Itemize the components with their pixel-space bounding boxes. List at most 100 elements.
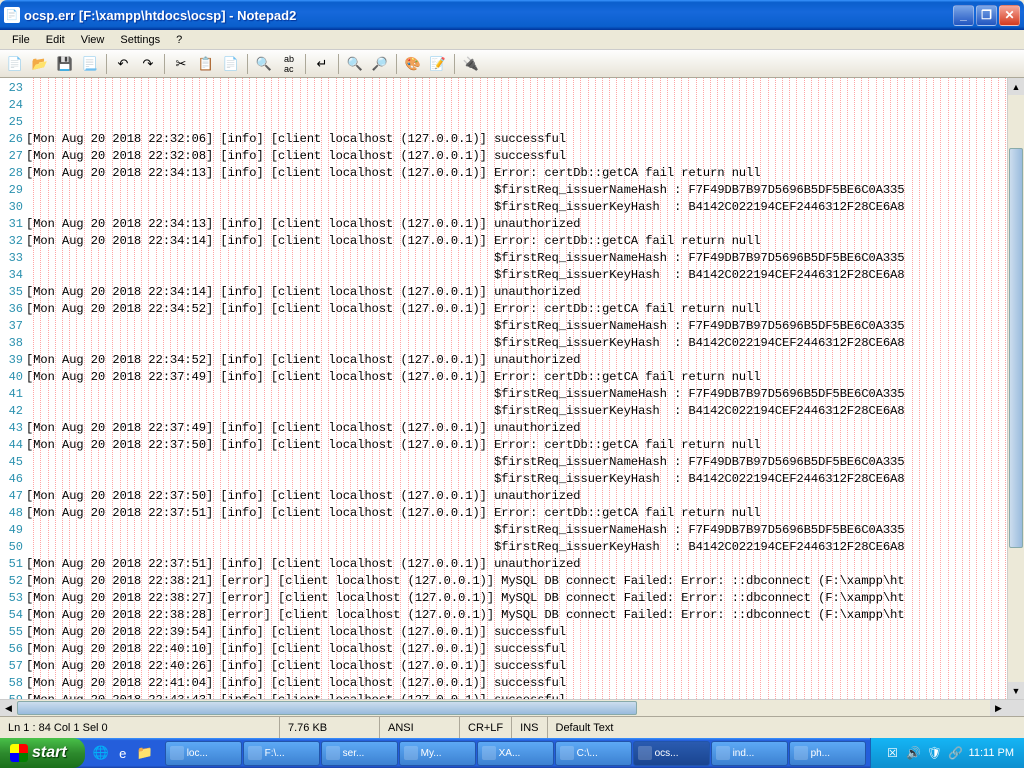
horizontal-scroll-thumb[interactable]	[17, 701, 637, 715]
tray-network-icon[interactable]: 🔗	[948, 745, 964, 761]
find-icon[interactable]: 🔍	[253, 53, 275, 75]
line-number: 43	[0, 420, 23, 437]
zoomout-icon[interactable]: 🔎	[369, 53, 391, 75]
code-line[interactable]: [Mon Aug 20 2018 22:34:13] [info] [clien…	[26, 216, 1007, 233]
tray-volume-icon[interactable]: 🔊	[906, 745, 922, 761]
code-line[interactable]: [Mon Aug 20 2018 22:34:52] [info] [clien…	[26, 301, 1007, 318]
revert-icon[interactable]: 📃	[79, 53, 101, 75]
replace-icon[interactable]: abac	[278, 53, 300, 75]
code-line[interactable]: [Mon Aug 20 2018 22:39:54] [info] [clien…	[26, 624, 1007, 641]
task-my[interactable]: My...	[399, 741, 476, 766]
line-number: 24	[0, 97, 23, 114]
ql-chrome-icon[interactable]: 🌐	[91, 742, 111, 764]
code-line[interactable]: [Mon Aug 20 2018 22:34:14] [info] [clien…	[26, 233, 1007, 250]
code-line[interactable]: [Mon Aug 20 2018 22:38:27] [error] [clie…	[26, 590, 1007, 607]
status-encoding: ANSI	[380, 717, 460, 738]
minimize-button[interactable]: _	[953, 5, 974, 26]
code-line[interactable]: [Mon Aug 20 2018 22:41:04] [info] [clien…	[26, 675, 1007, 692]
task-xa[interactable]: XA...	[477, 741, 554, 766]
code-line[interactable]: [Mon Aug 20 2018 22:34:14] [info] [clien…	[26, 284, 1007, 301]
tray-xampp-icon[interactable]: ☒	[885, 745, 901, 761]
scroll-right-icon[interactable]: ▶	[990, 700, 1007, 716]
code-line[interactable]: [Mon Aug 20 2018 22:40:10] [info] [clien…	[26, 641, 1007, 658]
line-number: 49	[0, 522, 23, 539]
toolbar-separator	[305, 54, 306, 74]
window-titlebar[interactable]: 📄 ocsp.err [F:\xampp\htdocs\ocsp] - Note…	[0, 0, 1024, 30]
code-line[interactable]: $firstReq_issuerNameHash : F7F49DB7B97D5…	[26, 522, 1007, 539]
code-line[interactable]: [Mon Aug 20 2018 22:37:51] [info] [clien…	[26, 556, 1007, 573]
task-ser[interactable]: ser...	[321, 741, 398, 766]
new-icon[interactable]: 📄	[4, 53, 26, 75]
taskbar-clock[interactable]: 11:11 PM	[969, 747, 1014, 759]
start-label: start	[32, 744, 67, 762]
task-cmd[interactable]: C:\...	[555, 741, 632, 766]
task-explorer[interactable]: F:\...	[243, 741, 320, 766]
code-line[interactable]: $firstReq_issuerKeyHash : B4142C022194CE…	[26, 471, 1007, 488]
line-number: 46	[0, 471, 23, 488]
code-line[interactable]: [Mon Aug 20 2018 22:38:28] [error] [clie…	[26, 607, 1007, 624]
undo-icon[interactable]: ↶	[112, 53, 134, 75]
task-ind[interactable]: ind...	[711, 741, 788, 766]
tray-shield-icon[interactable]: 🛡	[927, 745, 943, 761]
code-line[interactable]: [Mon Aug 20 2018 22:37:50] [info] [clien…	[26, 488, 1007, 505]
ql-explorer-icon[interactable]: 📁	[135, 742, 155, 764]
save-icon[interactable]: 💾	[54, 53, 76, 75]
code-line[interactable]: [Mon Aug 20 2018 22:40:26] [info] [clien…	[26, 658, 1007, 675]
scroll-corner	[1007, 700, 1024, 716]
code-line[interactable]: $firstReq_issuerKeyHash : B4142C022194CE…	[26, 199, 1007, 216]
start-button[interactable]: start	[0, 738, 85, 768]
line-number: 33	[0, 250, 23, 267]
code-line[interactable]: $firstReq_issuerNameHash : F7F49DB7B97D5…	[26, 250, 1007, 267]
code-line[interactable]: [Mon Aug 20 2018 22:37:49] [info] [clien…	[26, 420, 1007, 437]
scroll-up-icon[interactable]: ▲	[1008, 78, 1024, 95]
task-icon	[248, 746, 262, 760]
code-line[interactable]: $firstReq_issuerNameHash : F7F49DB7B97D5…	[26, 454, 1007, 471]
close-button[interactable]: ✕	[999, 5, 1020, 26]
open-icon[interactable]: 📂	[29, 53, 51, 75]
line-number: 45	[0, 454, 23, 471]
scroll-down-icon[interactable]: ▼	[1008, 682, 1024, 699]
scheme-icon[interactable]: 🎨	[402, 53, 424, 75]
task-loc[interactable]: loc...	[165, 741, 242, 766]
menu-settings[interactable]: Settings	[112, 32, 168, 48]
code-line[interactable]: $firstReq_issuerKeyHash : B4142C022194CE…	[26, 267, 1007, 284]
code-line[interactable]: [Mon Aug 20 2018 22:43:43] [info] [clien…	[26, 692, 1007, 699]
vertical-scroll-thumb[interactable]	[1009, 148, 1023, 548]
copy-icon[interactable]: 📋	[195, 53, 217, 75]
code-content[interactable]: [Mon Aug 20 2018 22:32:06] [info] [clien…	[26, 78, 1007, 699]
menu-file[interactable]: File	[4, 32, 38, 48]
code-line[interactable]: [Mon Aug 20 2018 22:37:49] [info] [clien…	[26, 369, 1007, 386]
customize-icon[interactable]: 📝	[427, 53, 449, 75]
code-line[interactable]: $firstReq_issuerKeyHash : B4142C022194CE…	[26, 335, 1007, 352]
vertical-scrollbar[interactable]: ▲ ▼	[1007, 78, 1024, 699]
menu-help[interactable]: ?	[168, 32, 190, 48]
code-line[interactable]: [Mon Aug 20 2018 22:34:52] [info] [clien…	[26, 352, 1007, 369]
wordwrap-icon[interactable]: ↵	[311, 53, 333, 75]
taskbar: start 🌐 e 📁 loc...F:\...ser...My...XA...…	[0, 738, 1024, 768]
code-line[interactable]: [Mon Aug 20 2018 22:37:51] [info] [clien…	[26, 505, 1007, 522]
paste-icon[interactable]: 📄	[220, 53, 242, 75]
line-number: 28	[0, 165, 23, 182]
menu-edit[interactable]: Edit	[38, 32, 73, 48]
horizontal-scrollbar[interactable]: ◀ ▶	[0, 699, 1024, 716]
code-line[interactable]: [Mon Aug 20 2018 22:32:06] [info] [clien…	[26, 131, 1007, 148]
code-line[interactable]: [Mon Aug 20 2018 22:34:13] [info] [clien…	[26, 165, 1007, 182]
zoomin-icon[interactable]: 🔍	[344, 53, 366, 75]
task-ocs[interactable]: ocs...	[633, 741, 710, 766]
code-line[interactable]: $firstReq_issuerKeyHash : B4142C022194CE…	[26, 403, 1007, 420]
scroll-left-icon[interactable]: ◀	[0, 700, 17, 716]
code-line[interactable]: [Mon Aug 20 2018 22:32:08] [info] [clien…	[26, 148, 1007, 165]
task-ph[interactable]: ph...	[789, 741, 866, 766]
code-line[interactable]: $firstReq_issuerNameHash : F7F49DB7B97D5…	[26, 182, 1007, 199]
code-line[interactable]: $firstReq_issuerNameHash : F7F49DB7B97D5…	[26, 318, 1007, 335]
ql-ie-icon[interactable]: e	[113, 742, 133, 764]
code-line[interactable]: [Mon Aug 20 2018 22:38:21] [error] [clie…	[26, 573, 1007, 590]
redo-icon[interactable]: ↷	[137, 53, 159, 75]
exit-icon[interactable]: 🔌	[460, 53, 482, 75]
code-line[interactable]: [Mon Aug 20 2018 22:37:50] [info] [clien…	[26, 437, 1007, 454]
code-line[interactable]: $firstReq_issuerKeyHash : B4142C022194CE…	[26, 539, 1007, 556]
cut-icon[interactable]: ✂	[170, 53, 192, 75]
menu-view[interactable]: View	[73, 32, 113, 48]
maximize-button[interactable]: ❐	[976, 5, 997, 26]
code-line[interactable]: $firstReq_issuerNameHash : F7F49DB7B97D5…	[26, 386, 1007, 403]
